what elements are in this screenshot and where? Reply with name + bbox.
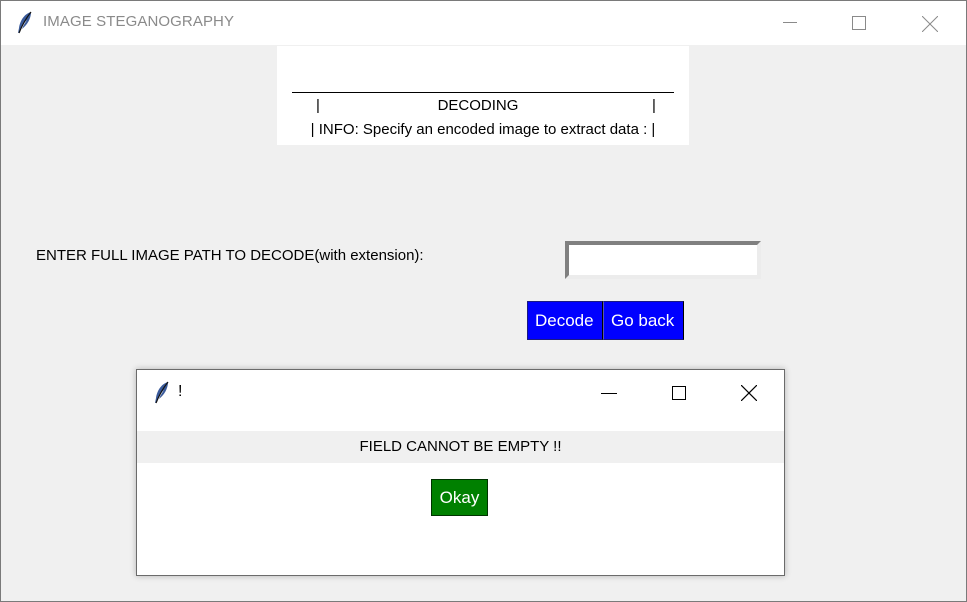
dialog-close-button[interactable] bbox=[726, 370, 772, 416]
feather-icon bbox=[15, 11, 35, 35]
decode-button[interactable]: Decode bbox=[527, 301, 603, 340]
divider-line bbox=[292, 92, 674, 93]
dialog-minimize-button[interactable] bbox=[586, 370, 632, 416]
info-panel: | DECODING | | INFO: Specify an encoded … bbox=[277, 46, 689, 145]
minimize-button[interactable] bbox=[767, 1, 813, 45]
section-heading: DECODING bbox=[437, 97, 519, 114]
feather-icon bbox=[152, 381, 172, 405]
message-band: FIELD CANNOT BE EMPTY !! bbox=[137, 431, 784, 463]
dialog-titlebar[interactable]: ! bbox=[137, 370, 784, 416]
info-text: | INFO: Specify an encoded image to extr… bbox=[310, 121, 656, 138]
image-path-input[interactable] bbox=[565, 241, 761, 279]
okay-button[interactable]: Okay bbox=[431, 479, 488, 516]
right-pipe: | bbox=[652, 97, 656, 114]
window-title: IMAGE STEGANOGRAPHY bbox=[43, 13, 235, 30]
maximize-button[interactable] bbox=[836, 1, 882, 45]
info-heading-row: | DECODING | bbox=[277, 97, 689, 117]
error-message: FIELD CANNOT BE EMPTY !! bbox=[359, 438, 562, 455]
maximize-icon bbox=[672, 386, 686, 400]
image-path-label: ENTER FULL IMAGE PATH TO DECODE(with ext… bbox=[36, 247, 424, 264]
dialog-title: ! bbox=[178, 383, 183, 400]
titlebar[interactable]: IMAGE STEGANOGRAPHY bbox=[1, 1, 966, 45]
go-back-button[interactable]: Go back bbox=[603, 301, 684, 340]
minimize-icon bbox=[601, 393, 617, 394]
minimize-icon bbox=[783, 22, 797, 23]
action-buttons: Decode Go back bbox=[527, 301, 684, 340]
close-icon bbox=[741, 385, 757, 401]
dialog-maximize-button[interactable] bbox=[656, 370, 702, 416]
close-button[interactable] bbox=[906, 1, 952, 45]
maximize-icon bbox=[852, 16, 866, 30]
close-icon bbox=[922, 16, 938, 32]
error-dialog: ! FIELD CANNOT BE EMPTY !! Okay bbox=[136, 369, 785, 576]
